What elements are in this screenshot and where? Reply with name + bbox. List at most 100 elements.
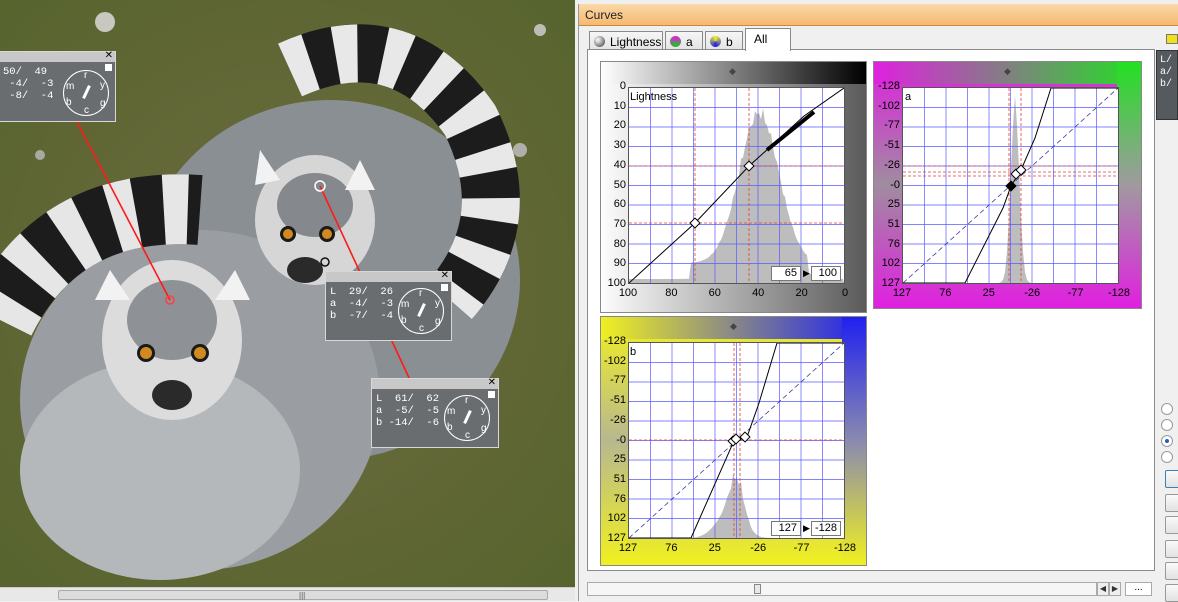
- x-tick-label: 40: [752, 287, 765, 299]
- radio-option-4[interactable]: [1161, 451, 1173, 463]
- b-channel-icon: [710, 36, 721, 47]
- y-tick-label: 0: [619, 80, 626, 92]
- grip-icon: |||: [299, 591, 306, 600]
- input-value-field[interactable]: 127: [771, 521, 801, 536]
- y-tick-label: 102: [881, 257, 900, 270]
- x-tick-label: 25: [708, 542, 721, 554]
- a-curve-svg[interactable]: [902, 87, 1119, 284]
- diamond-icon[interactable]: ◆: [729, 67, 737, 76]
- tab-lightness[interactable]: Lightness: [589, 31, 663, 51]
- y-tick-label: -128: [877, 80, 900, 92]
- y-tick-label: -128: [603, 335, 626, 347]
- y-tick-label: 60: [613, 198, 626, 211]
- y-tick-label: -0: [616, 433, 626, 446]
- y-tick-label: -102: [603, 354, 626, 367]
- diamond-icon[interactable]: ◆: [730, 322, 738, 331]
- y-tick-label: 25: [887, 198, 900, 211]
- image-horizontal-scrollbar[interactable]: |||: [0, 587, 575, 601]
- window-titlebar[interactable]: Curves: [579, 4, 1178, 26]
- channel-name: Lightness: [630, 91, 678, 103]
- y-tick-label: 50: [613, 178, 626, 191]
- x-tick-label: 0: [841, 287, 849, 299]
- image-canvas[interactable]: ✕ 50/ 49 -4/ -3 -8/ -4 r y m b c g ✕ L 2…: [0, 0, 575, 587]
- curves-window: Curves Lightness a b All ◆ Lightness 0 10…: [578, 4, 1178, 601]
- y-tick-label: 10: [613, 99, 626, 112]
- a-channel-icon: [670, 36, 681, 47]
- y-tick-label: -77: [610, 374, 626, 387]
- side-button-1[interactable]: [1165, 470, 1178, 488]
- side-button-2[interactable]: [1165, 494, 1178, 512]
- lightness-curve-svg[interactable]: [628, 87, 845, 284]
- slider-knob[interactable]: [754, 584, 761, 594]
- probe-titlebar[interactable]: ✕: [0, 50, 115, 62]
- y-tick-label: -26: [884, 158, 900, 171]
- x-tick-label: -26: [750, 542, 767, 554]
- probe-menu-icon[interactable]: [105, 64, 112, 71]
- x-tick-label: -77: [1067, 287, 1084, 299]
- side-button-4[interactable]: [1165, 540, 1178, 558]
- tab-a[interactable]: a: [665, 31, 703, 51]
- color-probe-3[interactable]: ✕ L 61/ 62 a -5/ -5 b -14/ -6 r y m b c g: [371, 377, 499, 448]
- a-plot[interactable]: [902, 87, 1119, 284]
- y-tick-label: 51: [887, 217, 900, 230]
- y-tick-label: -77: [884, 119, 900, 132]
- scroll-right-button[interactable]: ▶: [1109, 582, 1121, 596]
- more-button[interactable]: ...: [1125, 582, 1152, 596]
- y-tick-label: 40: [613, 158, 626, 171]
- tab-b[interactable]: b: [705, 31, 743, 51]
- probe-titlebar[interactable]: ✕: [372, 377, 498, 389]
- close-icon[interactable]: ✕: [105, 50, 113, 61]
- input-value-field[interactable]: 65: [771, 266, 801, 281]
- x-tick-label: 80: [665, 287, 678, 299]
- tab-all[interactable]: All: [745, 28, 791, 51]
- radio-option-1[interactable]: [1161, 403, 1173, 415]
- a-curve-box: ◆ a -128 -102 -77 -51 -26 -0 25 51 76 102 127 127 76…: [873, 61, 1142, 309]
- x-tick-label: -128: [833, 542, 857, 554]
- readout-panel: L/a/b/: [1156, 50, 1178, 120]
- y-tick-label: 20: [613, 119, 626, 132]
- color-probe-2[interactable]: ✕ L 29/ 26 a -4/ -3 b -7/ -4 r y m b c g: [325, 270, 452, 341]
- x-tick-label: -26: [1024, 287, 1041, 299]
- probe-values: L 29/ 26 a -4/ -3 b -7/ -4: [330, 286, 394, 322]
- lightness-curve-box: ◆ Lightness 0 10 20 30 40 50 60 70 80 90 100 100 80 6…: [600, 61, 867, 313]
- y-tick-label: -51: [610, 394, 626, 407]
- output-value-field[interactable]: 100: [811, 266, 841, 281]
- x-tick-label: 76: [939, 287, 952, 299]
- y-tick-label: -0: [890, 178, 900, 191]
- probe-menu-icon[interactable]: [441, 284, 448, 291]
- scrollbar-thumb[interactable]: |||: [58, 590, 548, 600]
- close-icon[interactable]: ✕: [441, 270, 449, 281]
- folder-icon[interactable]: [1166, 34, 1178, 44]
- b-side-gradient: [842, 317, 866, 565]
- side-button-3[interactable]: [1165, 516, 1178, 534]
- y-tick-label: -26: [610, 413, 626, 426]
- side-button-5[interactable]: [1165, 562, 1178, 580]
- close-icon[interactable]: ✕: [488, 377, 496, 388]
- side-button-6[interactable]: [1165, 584, 1178, 602]
- x-tick-label: 127: [892, 287, 912, 299]
- x-tick-label: 76: [665, 542, 678, 554]
- radio-option-3[interactable]: [1161, 435, 1173, 447]
- probe-titlebar[interactable]: ✕: [326, 270, 451, 282]
- lightness-plot[interactable]: [628, 87, 845, 284]
- radio-option-2[interactable]: [1161, 419, 1173, 431]
- x-tick-label: 60: [708, 287, 721, 299]
- scroll-left-button[interactable]: ◀: [1097, 582, 1109, 596]
- hue-dial: r y m b c g: [63, 70, 109, 116]
- curves-panel: ◆ Lightness 0 10 20 30 40 50 60 70 80 90 100 100 80 6…: [587, 49, 1155, 571]
- probe-menu-icon[interactable]: [488, 391, 495, 398]
- output-value-field[interactable]: -128: [811, 521, 841, 536]
- b-curve-svg[interactable]: [628, 342, 845, 539]
- x-tick-label: 100: [618, 287, 638, 299]
- x-tick-label: -128: [1107, 287, 1131, 299]
- y-tick-label: 80: [613, 237, 626, 250]
- hue-dial: r y m b c g: [398, 288, 444, 334]
- arrow-right-icon: ▶: [803, 268, 810, 278]
- b-plot[interactable]: [628, 342, 845, 539]
- color-probe-1[interactable]: ✕ 50/ 49 -4/ -3 -8/ -4 r y m b c g: [0, 50, 116, 122]
- bottom-slider[interactable]: [587, 582, 1097, 596]
- x-tick-label: 127: [618, 542, 638, 554]
- diamond-icon[interactable]: ◆: [1004, 67, 1012, 76]
- y-tick-label: 102: [607, 512, 626, 525]
- y-tick-label: 76: [887, 237, 900, 250]
